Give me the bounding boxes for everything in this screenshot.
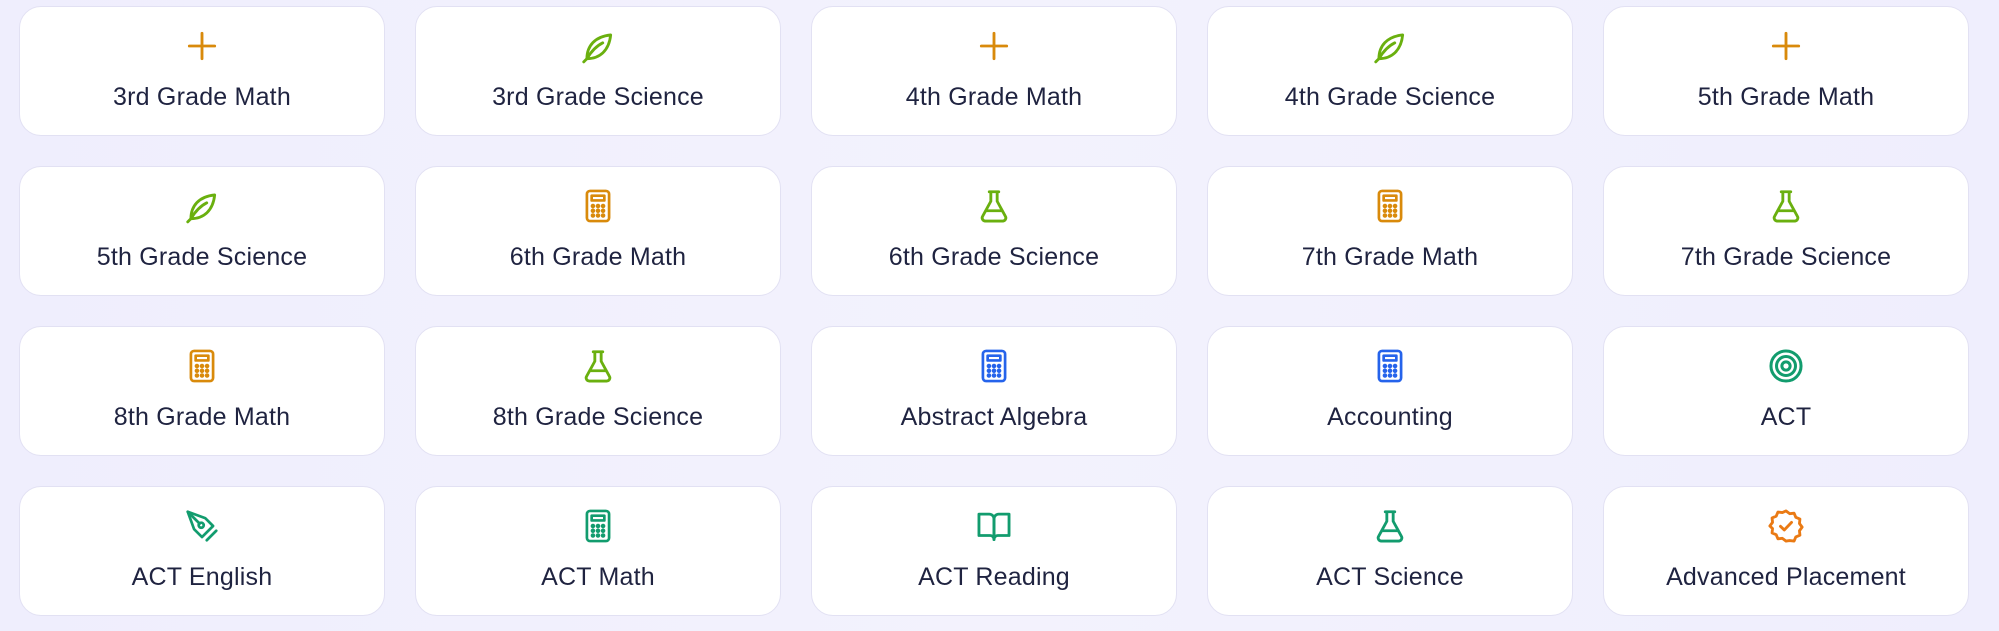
subject-card[interactable]: 4th Grade Science <box>1207 6 1573 136</box>
subject-card[interactable]: Advanced Placement <box>1603 486 1969 616</box>
flask-icon <box>975 187 1013 225</box>
calculator-icon <box>579 187 617 225</box>
subject-card[interactable]: 3rd Grade Science <box>415 6 781 136</box>
subject-card-label: 6th Grade Science <box>888 243 1100 271</box>
subject-card[interactable]: 6th Grade Math <box>415 166 781 296</box>
book-open-icon <box>975 507 1013 545</box>
calculator-icon <box>1371 187 1409 225</box>
subject-card-label: Abstract Algebra <box>900 403 1088 431</box>
subject-card-label: 7th Grade Math <box>1301 243 1479 271</box>
subject-card-label: ACT Math <box>541 563 655 591</box>
flask-icon <box>1371 507 1409 545</box>
subject-card-label: 7th Grade Science <box>1680 243 1892 271</box>
calculator-icon <box>1371 347 1409 385</box>
subject-card[interactable]: 7th Grade Science <box>1603 166 1969 296</box>
plus-icon <box>183 27 221 65</box>
leaf-icon <box>183 187 221 225</box>
subject-card-label: ACT English <box>131 563 273 591</box>
subject-card-label: 8th Grade Science <box>492 403 704 431</box>
subject-grid: 3rd Grade Math 3rd Grade Science 4th Gra… <box>19 6 1969 616</box>
plus-icon <box>1767 27 1805 65</box>
subject-card[interactable]: 6th Grade Science <box>811 166 1177 296</box>
subject-card[interactable]: 8th Grade Math <box>19 326 385 456</box>
subject-card[interactable]: 7th Grade Math <box>1207 166 1573 296</box>
subject-card-label: ACT <box>1760 403 1812 431</box>
subject-card-label: 6th Grade Math <box>509 243 687 271</box>
subject-card[interactable]: 3rd Grade Math <box>19 6 385 136</box>
subject-card[interactable]: 5th Grade Science <box>19 166 385 296</box>
subject-card-label: 3rd Grade Math <box>113 83 291 111</box>
pen-nib-icon <box>183 507 221 545</box>
subject-card-label: ACT Reading <box>918 563 1070 591</box>
subject-card-label: Accounting <box>1327 403 1453 431</box>
subject-card[interactable]: 5th Grade Math <box>1603 6 1969 136</box>
subject-card[interactable]: ACT Science <box>1207 486 1573 616</box>
subject-card[interactable]: Abstract Algebra <box>811 326 1177 456</box>
leaf-icon <box>1371 27 1409 65</box>
subject-card-label: 4th Grade Science <box>1284 83 1496 111</box>
leaf-icon <box>579 27 617 65</box>
subject-card-label: 5th Grade Math <box>1697 83 1875 111</box>
plus-icon <box>975 27 1013 65</box>
subject-card[interactable]: ACT English <box>19 486 385 616</box>
target-icon <box>1767 347 1805 385</box>
subject-card[interactable]: 4th Grade Math <box>811 6 1177 136</box>
flask-icon <box>1767 187 1805 225</box>
subject-card-label: ACT Science <box>1316 563 1464 591</box>
calculator-icon <box>183 347 221 385</box>
flask-icon <box>579 347 617 385</box>
subject-card-label: 3rd Grade Science <box>492 83 704 111</box>
subject-card-label: 8th Grade Math <box>113 403 291 431</box>
subject-card[interactable]: ACT Reading <box>811 486 1177 616</box>
subject-card[interactable]: ACT <box>1603 326 1969 456</box>
calculator-icon <box>579 507 617 545</box>
subject-card[interactable]: ACT Math <box>415 486 781 616</box>
subject-card-label: Advanced Placement <box>1666 563 1906 591</box>
subject-card[interactable]: Accounting <box>1207 326 1573 456</box>
calculator-icon <box>975 347 1013 385</box>
badge-check-icon <box>1767 507 1805 545</box>
subject-card-label: 5th Grade Science <box>96 243 308 271</box>
subject-card-label: 4th Grade Math <box>905 83 1083 111</box>
subject-card[interactable]: 8th Grade Science <box>415 326 781 456</box>
